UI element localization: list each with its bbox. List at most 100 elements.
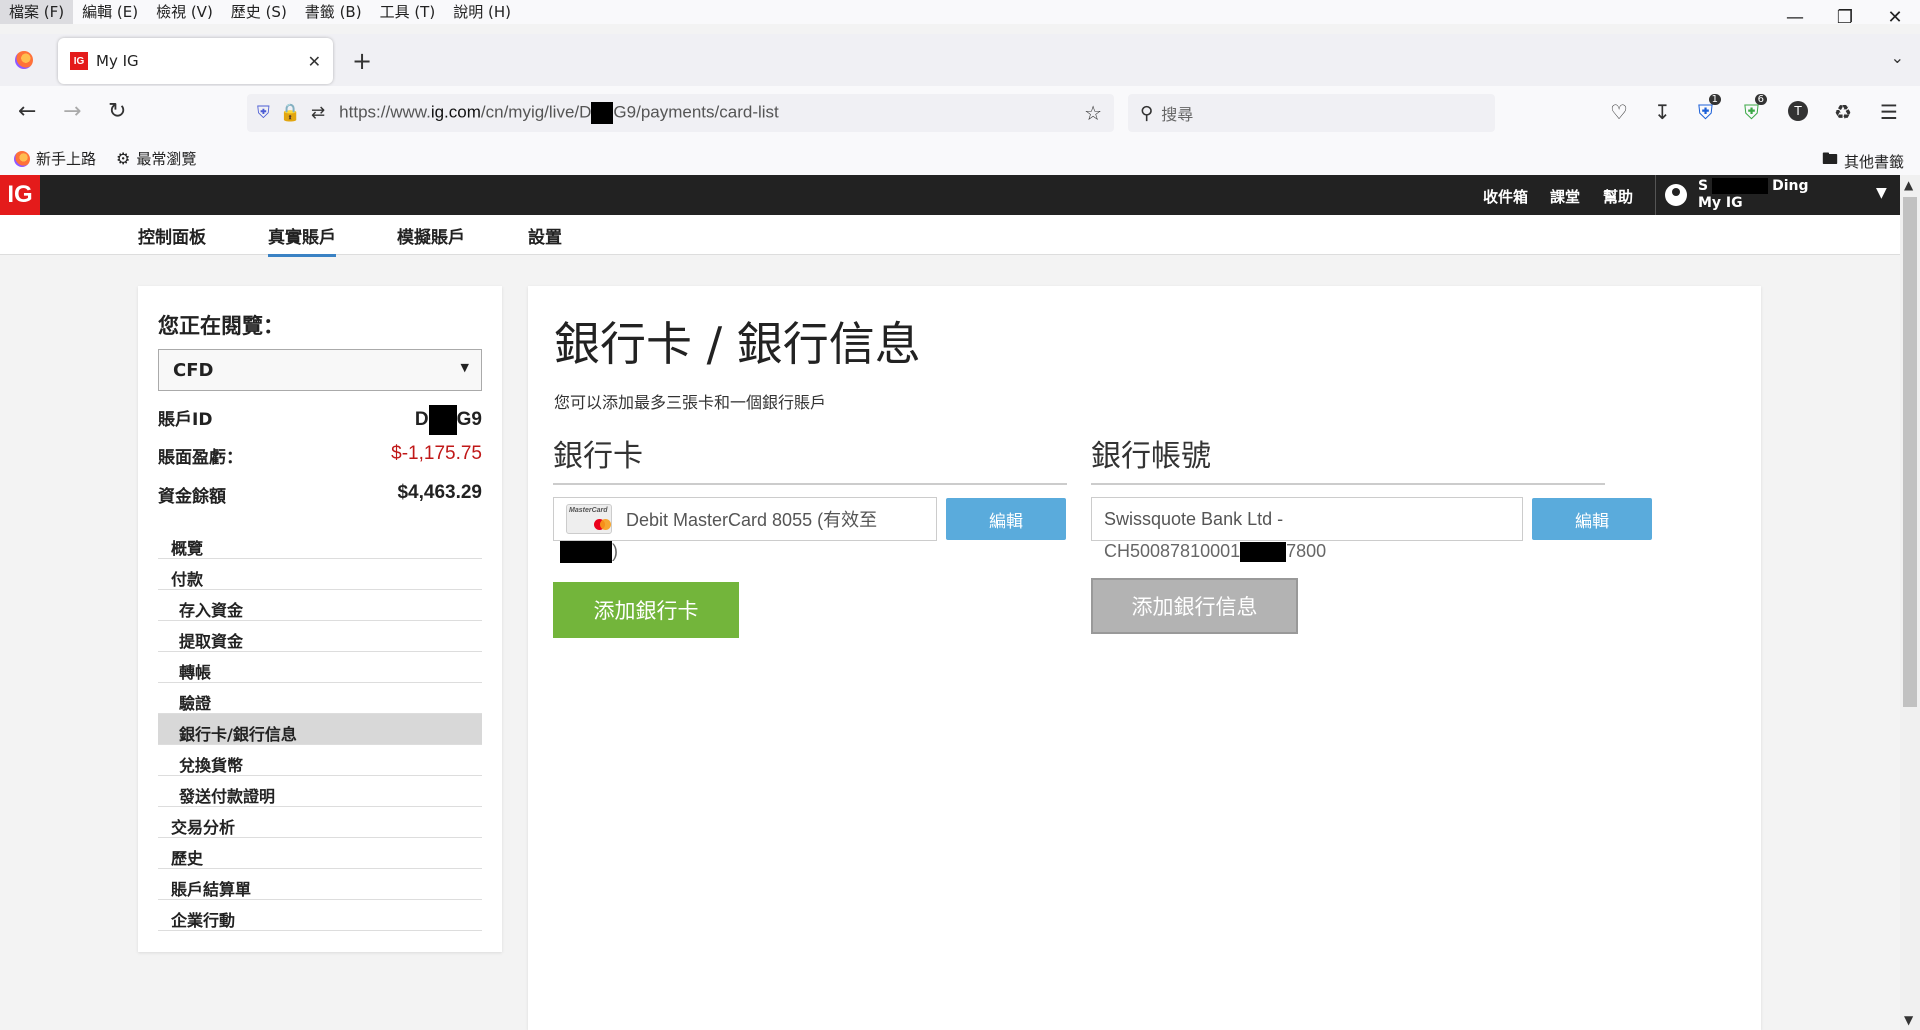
firefox-icon xyxy=(14,150,30,167)
sidebar-item-currency-exchange[interactable]: 兌換貨幣 xyxy=(158,745,482,776)
card-description: Debit MasterCard 8055 (有效至 xyxy=(626,510,878,530)
bookmark-star-icon[interactable]: ☆ xyxy=(1084,101,1102,125)
academy-link[interactable]: 課堂 xyxy=(1550,186,1580,207)
hamburger-menu-icon[interactable]: ☰ xyxy=(1880,100,1898,124)
menu-history[interactable]: 歷史 (S) xyxy=(222,0,296,24)
redaction xyxy=(428,405,457,435)
tab-strip: IG My IG ✕ + ⌄ xyxy=(0,34,1920,86)
sidebar-item-overview[interactable]: 概覽 xyxy=(158,528,482,559)
sidebar-item-payments[interactable]: 付款 xyxy=(158,559,482,590)
header-divider xyxy=(1655,175,1656,215)
bank-section-title: 銀行帳號 xyxy=(1091,431,1605,485)
forward-arrow-icon[interactable]: → xyxy=(63,99,81,124)
sidebar-item-history[interactable]: 歷史 xyxy=(158,838,482,869)
extensions-puzzle-icon[interactable]: ♻ xyxy=(1834,100,1852,124)
add-card-button[interactable]: 添加銀行卡 xyxy=(553,582,739,638)
adblock-extension-icon[interactable]: ⛨ 6 xyxy=(1744,94,1767,124)
other-bookmarks[interactable]: 🖿 其他書籤 xyxy=(1822,148,1904,175)
sidebar-item-corporate-actions[interactable]: 企業行動 xyxy=(158,900,482,931)
sidebar-item-deposit[interactable]: 存入資金 xyxy=(158,590,482,621)
tab-live-account[interactable]: 真實賬戶 xyxy=(268,223,336,257)
bank-name: Swissquote Bank Ltd - xyxy=(1104,508,1284,529)
bank-iban-line: CH50087810001 7800 xyxy=(1104,541,1327,563)
lock-icon[interactable]: 🔒 xyxy=(280,103,301,123)
account-sidebar: 您正在閱覽： CFD ▼ 賬戶ID D G9 賬面盈虧： $-1,175.75 資… xyxy=(138,286,502,952)
card-expiry-line: ) xyxy=(560,541,618,564)
pnl-row: 賬面盈虧： $-1,175.75 xyxy=(158,443,482,468)
edit-card-button[interactable]: 編輯 xyxy=(946,498,1066,540)
search-placeholder: 搜尋 xyxy=(1161,105,1194,124)
navigation-bar: ← → ↻ ⛨ 🔒 ⇄ https://www.ig.com/cn/myig/l… xyxy=(0,86,1920,140)
back-arrow-icon[interactable]: ← xyxy=(18,99,36,124)
account-type-select[interactable]: CFD ▼ xyxy=(158,349,482,391)
user-menu[interactable]: S Ding My IG xyxy=(1698,178,1809,212)
browser-tab[interactable]: IG My IG ✕ xyxy=(58,38,333,84)
site-header: IG 收件箱 課堂 幫助 S Ding My IG ▼ xyxy=(0,175,1900,215)
url-bar[interactable]: ⛨ 🔒 ⇄ https://www.ig.com/cn/myig/live/D G… xyxy=(247,94,1114,132)
redaction xyxy=(591,102,614,124)
menu-tools[interactable]: 工具 (T) xyxy=(371,0,445,24)
minimize-icon[interactable]: — xyxy=(1770,0,1820,34)
menu-view[interactable]: 檢視 (V) xyxy=(147,0,222,24)
menu-help[interactable]: 說明 (H) xyxy=(444,0,520,24)
pnl-value: $-1,175.75 xyxy=(391,443,482,464)
sidebar-item-transfer[interactable]: 轉帳 xyxy=(158,652,482,683)
tab-dashboard[interactable]: 控制面板 xyxy=(138,223,206,254)
bitwarden-extension-icon[interactable]: ⛨ 1 xyxy=(1698,94,1721,124)
user-account-icon[interactable] xyxy=(1665,184,1687,206)
menu-edit[interactable]: 編輯 (E) xyxy=(73,0,147,24)
edit-bank-button[interactable]: 編輯 xyxy=(1532,498,1652,540)
search-bar[interactable]: ⚲ 搜尋 xyxy=(1128,94,1495,132)
gear-icon: ⚙ xyxy=(116,149,131,168)
help-link[interactable]: 幫助 xyxy=(1603,186,1633,207)
sidebar-item-cards-bank[interactable]: 銀行卡/銀行信息 xyxy=(158,714,482,745)
firefox-icon[interactable] xyxy=(15,51,33,69)
tab-demo-account[interactable]: 模擬賬戶 xyxy=(397,223,465,254)
redaction xyxy=(1712,178,1769,194)
page-scrollbar[interactable]: ▲ ▼ xyxy=(1900,175,1920,1030)
add-bank-info-button[interactable]: 添加銀行信息 xyxy=(1091,578,1298,634)
sidebar-item-trade-analysis[interactable]: 交易分析 xyxy=(158,807,482,838)
menu-bar: 檔案 (F) 編輯 (E) 檢視 (V) 歷史 (S) 書籤 (B) 工具 (T… xyxy=(0,0,1920,24)
ig-logo[interactable]: IG xyxy=(0,175,40,215)
url-text: https://www.ig.com/cn/myig/live/D G9/paym… xyxy=(339,102,779,124)
search-icon: ⚲ xyxy=(1140,102,1154,124)
sidebar-item-verification[interactable]: 驗證 xyxy=(158,683,482,714)
inbox-link[interactable]: 收件箱 xyxy=(1483,186,1528,207)
tab-close-icon[interactable]: ✕ xyxy=(308,52,321,71)
tab-list-chevron-icon[interactable]: ⌄ xyxy=(1891,48,1904,67)
sidebar-item-withdraw[interactable]: 提取資金 xyxy=(158,621,482,652)
scroll-thumb[interactable] xyxy=(1903,197,1917,707)
tab-settings[interactable]: 設置 xyxy=(528,223,562,254)
restore-icon[interactable]: ❐ xyxy=(1820,0,1870,34)
tracking-shield-icon[interactable]: ⛨ xyxy=(257,103,270,123)
account-id-row: 賬戶ID D G9 xyxy=(158,405,482,435)
page-description: 您可以添加最多三張卡和一個銀行賬戶 xyxy=(554,393,827,412)
pocket-icon[interactable]: ♡ xyxy=(1610,100,1628,124)
scroll-down-icon[interactable]: ▼ xyxy=(1904,1013,1913,1027)
folder-icon: 🖿 xyxy=(1822,149,1839,168)
permissions-icon[interactable]: ⇄ xyxy=(311,103,325,123)
sidebar-item-statements[interactable]: 賬戶結算單 xyxy=(158,869,482,900)
reload-icon[interactable]: ↻ xyxy=(108,99,126,124)
bookmarks-bar: 新手上路 ⚙ 最常瀏覽 🖿 其他書籤 xyxy=(0,140,1920,175)
account-id-value: D G9 xyxy=(415,405,482,435)
bookmark-getting-started[interactable]: 新手上路 xyxy=(14,148,96,169)
close-window-icon[interactable]: ✕ xyxy=(1870,0,1920,34)
sidebar-item-payment-proof[interactable]: 發送付款證明 xyxy=(158,776,482,807)
bank-entry: Swissquote Bank Ltd - xyxy=(1091,497,1523,541)
tab-title: My IG xyxy=(96,52,139,70)
scroll-up-icon[interactable]: ▲ xyxy=(1904,178,1913,192)
bookmark-most-visited[interactable]: ⚙ 最常瀏覽 xyxy=(116,148,196,169)
card-entry: MasterCard Debit MasterCard 8055 (有效至 xyxy=(553,497,937,541)
new-tab-icon[interactable]: + xyxy=(352,47,372,75)
download-icon[interactable]: ↧ xyxy=(1654,100,1671,124)
chevron-down-icon[interactable]: ▼ xyxy=(1876,185,1887,201)
profile-avatar[interactable]: T xyxy=(1788,101,1808,121)
menu-file[interactable]: 檔案 (F) xyxy=(0,0,74,24)
window-controls: — ❐ ✕ xyxy=(1770,0,1920,34)
balance-row: 資金餘額 $4,463.29 xyxy=(158,482,482,507)
page-title: 銀行卡 / 銀行信息 xyxy=(554,317,921,371)
menu-bookmarks[interactable]: 書籤 (B) xyxy=(296,0,371,24)
sidebar-title: 您正在閱覽： xyxy=(158,314,284,338)
